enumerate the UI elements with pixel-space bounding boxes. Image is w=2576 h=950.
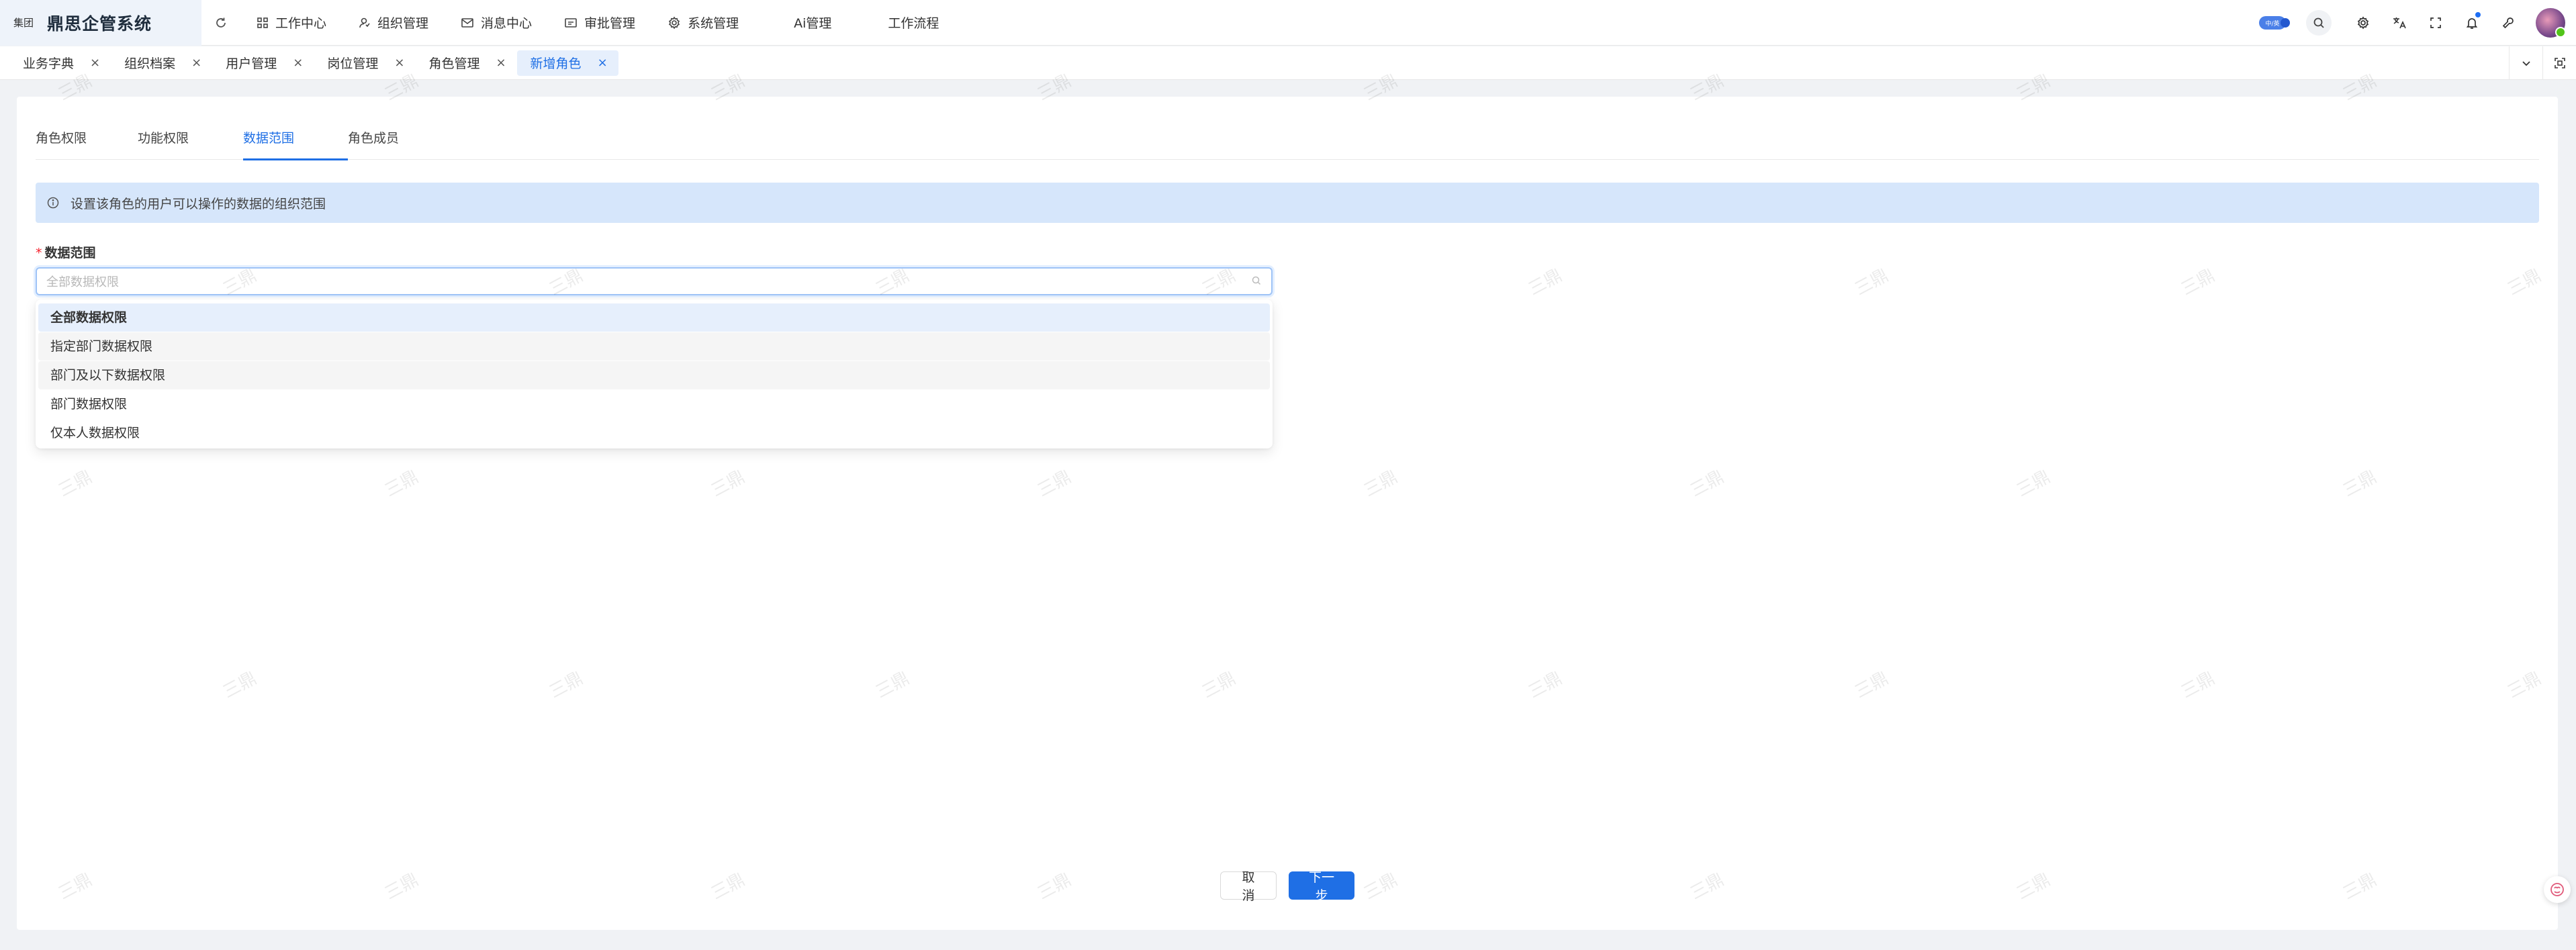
grid-icon	[257, 17, 268, 28]
bell-icon[interactable]	[2459, 10, 2485, 36]
step-role-members[interactable]: 角色成员	[348, 124, 428, 160]
brand: 集团 鼎思企管系统	[0, 0, 201, 46]
nav-label: 组织管理	[377, 16, 429, 31]
top-nav: 工作中心 组织管理 消息中心 审批管理 系统管理 Ai管理 工作流程	[240, 0, 955, 46]
mail-icon	[461, 17, 473, 28]
expand-screen-icon[interactable]	[2542, 46, 2576, 80]
info-alert: 设置该角色的用户可以操作的数据的组织范围	[36, 183, 2539, 223]
next-button[interactable]: 下一步	[1289, 870, 1354, 903]
option-dept-and-below[interactable]: 部门及以下数据权限	[38, 361, 1270, 389]
nav-label: 工作中心	[275, 16, 327, 31]
step-role-permission[interactable]: 角色权限	[36, 124, 138, 160]
main-panel: 角色权限 功能权限 数据范围 角色成员 设置该角色的用户可以操作的数据的组织范围…	[17, 97, 2558, 930]
nav-label: 工作流程	[888, 16, 939, 31]
org-badge[interactable]: 集团	[13, 15, 34, 30]
field-label-text: 数据范围	[44, 246, 96, 260]
nav-label: Ai管理	[794, 16, 832, 31]
header-actions: 中/英	[2259, 0, 2576, 46]
tab-role-management[interactable]: 角色管理 ×	[415, 50, 516, 76]
tabs-bar-actions	[2509, 46, 2576, 80]
app-title: 鼎思企管系统	[47, 13, 152, 34]
search-icon	[1252, 276, 1261, 285]
close-icon[interactable]: ×	[191, 56, 201, 70]
org-icon	[359, 17, 370, 28]
tab-label: 业务字典	[23, 56, 75, 71]
search-icon[interactable]	[2306, 10, 2332, 36]
tab-label: 岗位管理	[327, 56, 379, 71]
step-tabs: 角色权限 功能权限 数据范围 角色成员	[36, 124, 2539, 160]
data-scope-select[interactable]: 全部数据权限	[36, 267, 1273, 295]
data-scope-label: * 数据范围	[36, 243, 96, 261]
nav-org-management[interactable]: 组织管理	[342, 0, 445, 46]
info-icon	[47, 197, 59, 209]
page-tabs-bar: 业务字典 × 组织档案 × 用户管理 × 岗位管理 × 角色管理 × 新增角色 …	[0, 46, 2576, 80]
cancel-button[interactable]: 取 消	[1220, 870, 1277, 903]
fullscreen-icon[interactable]	[2423, 10, 2448, 36]
gear-icon	[669, 16, 680, 29]
required-mark: *	[36, 246, 42, 260]
tab-org-archive[interactable]: 组织档案 ×	[111, 50, 212, 76]
translate-icon[interactable]	[2387, 10, 2412, 36]
nav-workflow[interactable]: 工作流程	[861, 0, 955, 46]
settings-icon[interactable]	[2350, 10, 2376, 36]
tab-label: 组织档案	[124, 56, 176, 71]
nav-ai-management[interactable]: Ai管理	[755, 0, 861, 46]
nav-message-center[interactable]: 消息中心	[445, 0, 548, 46]
language-switch[interactable]: 中/英	[2259, 16, 2290, 30]
refresh-icon[interactable]	[207, 9, 235, 37]
tab-user-management[interactable]: 用户管理 ×	[212, 50, 314, 76]
form-actions: 取 消 下一步	[17, 870, 2558, 903]
close-icon[interactable]: ×	[90, 56, 100, 70]
close-icon[interactable]: ×	[598, 56, 608, 70]
nav-approval-management[interactable]: 审批管理	[548, 0, 651, 46]
notification-dot	[2475, 12, 2481, 17]
assistant-float-icon[interactable]	[2544, 876, 2571, 903]
nav-system-management[interactable]: 系统管理	[651, 0, 755, 46]
data-scope-dropdown: 全部数据权限 指定部门数据权限 部门及以下数据权限 部门数据权限 仅本人数据权限	[36, 299, 1273, 448]
nav-label: 消息中心	[481, 16, 533, 31]
avatar[interactable]	[2536, 8, 2566, 38]
nav-label: 系统管理	[688, 16, 739, 31]
tab-label: 新增角色	[530, 56, 582, 71]
tab-label: 角色管理	[428, 56, 480, 71]
step-data-scope[interactable]: 数据范围	[243, 124, 348, 160]
tab-add-role[interactable]: 新增角色 ×	[516, 50, 618, 76]
top-header: 集团 鼎思企管系统 工作中心 组织管理 消息中心 审批管理 系统管理 Ai管理 …	[0, 0, 2576, 46]
switch-label: 中/英	[2265, 20, 2280, 28]
tab-post-management[interactable]: 岗位管理 ×	[314, 50, 415, 76]
close-icon[interactable]: ×	[496, 56, 506, 70]
option-self-only[interactable]: 仅本人数据权限	[38, 419, 1270, 447]
wrench-icon[interactable]	[2495, 10, 2521, 36]
option-specified-dept[interactable]: 指定部门数据权限	[38, 332, 1270, 361]
nav-work-center[interactable]: 工作中心	[240, 0, 342, 46]
alert-text: 设置该角色的用户可以操作的数据的组织范围	[71, 196, 326, 211]
chevron-down-icon[interactable]	[2509, 46, 2542, 80]
tab-business-dict[interactable]: 业务字典 ×	[9, 50, 111, 76]
nav-label: 审批管理	[584, 16, 636, 31]
approval-icon	[565, 17, 577, 28]
tab-label: 用户管理	[226, 56, 277, 71]
close-icon[interactable]: ×	[394, 56, 404, 70]
step-function-permission[interactable]: 功能权限	[138, 124, 243, 160]
close-icon[interactable]: ×	[293, 56, 303, 70]
select-placeholder: 全部数据权限	[46, 275, 119, 289]
option-dept-only[interactable]: 部门数据权限	[38, 390, 1270, 418]
option-all-data[interactable]: 全部数据权限	[38, 303, 1270, 332]
